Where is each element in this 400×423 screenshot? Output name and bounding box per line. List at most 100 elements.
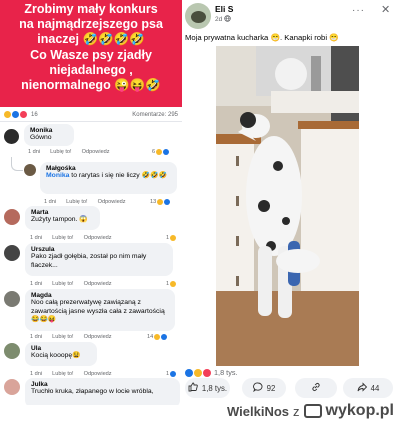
- haha-icon: [156, 149, 163, 155]
- mention-link[interactable]: Monika: [46, 172, 69, 179]
- comment-author[interactable]: Magda: [31, 292, 169, 299]
- comment-reactions[interactable]: 6: [152, 149, 170, 155]
- haha-icon: [170, 281, 177, 287]
- banner-line: Zrobimy mały konkurs: [24, 2, 158, 16]
- comment-text: Zużyty tampon. 😱: [31, 216, 88, 223]
- like-link[interactable]: Lubię to!: [52, 371, 73, 377]
- comment-author[interactable]: Ula: [31, 345, 91, 352]
- reaction-count: 1: [166, 371, 170, 377]
- like-icon: [161, 334, 168, 340]
- comment-icon: [252, 382, 263, 394]
- comment-reactions[interactable]: 1: [166, 281, 177, 287]
- comment-reactions[interactable]: 14: [147, 334, 168, 340]
- reaction-count: 1: [166, 281, 170, 287]
- haha-icon: [154, 334, 161, 340]
- comment-reactions[interactable]: 1: [166, 235, 177, 241]
- like-link[interactable]: Lubię to!: [66, 199, 87, 205]
- poster-avatar[interactable]: [185, 3, 211, 29]
- reply-link[interactable]: Odpowiedz: [84, 281, 112, 287]
- like-icon: [164, 199, 171, 205]
- screenshot-root: Zrobimy mały konkurs na najmądrzejszego …: [0, 0, 400, 423]
- banner-line: niejadalnego ,: [49, 62, 133, 77]
- like-icon: [170, 371, 177, 377]
- reply-link[interactable]: Odpowiedz: [84, 371, 112, 377]
- comment-actions: 1 dni Lubię to! Odpowiedz: [44, 199, 126, 205]
- avatar[interactable]: [4, 245, 20, 261]
- post-photo[interactable]: [216, 46, 359, 366]
- avatar[interactable]: [4, 209, 20, 225]
- comment-count[interactable]: Komentarze: 295: [132, 112, 178, 118]
- reply-link[interactable]: Odpowiedz: [82, 149, 110, 155]
- reply-link[interactable]: Odpowiedz: [98, 199, 126, 205]
- comment-author[interactable]: Marta: [31, 209, 94, 216]
- comment-text: Noo całą prezerwatywę zawiązaną z zawart…: [31, 299, 165, 324]
- avatar[interactable]: [4, 291, 20, 307]
- comment-actions: 1 dni Lubię to! Odpowiedz: [28, 149, 110, 155]
- more-options-button[interactable]: ···: [352, 5, 365, 16]
- comment-age: 1 dni: [28, 149, 41, 155]
- reaction-icons[interactable]: 16: [4, 111, 38, 118]
- poster-name[interactable]: Eli S: [215, 4, 233, 14]
- comment-text: Gówno: [30, 134, 52, 141]
- like-link[interactable]: Lubię to!: [52, 281, 73, 287]
- post-reaction-summary[interactable]: 1,8 tys.: [185, 368, 238, 377]
- share-count: 44: [370, 383, 380, 393]
- avatar[interactable]: [4, 343, 20, 359]
- comment-text: Monika to rarytas i się nie liczy 🤣🤣🤣: [46, 172, 171, 181]
- comment-bubble: Marta Zużyty tampon. 😱: [25, 206, 100, 230]
- comment-text: Truchło kruka, złapanego w locie wróbla,: [31, 388, 154, 395]
- like-icon: [185, 368, 193, 377]
- comment-actions: 1 dni Lubię to! Odpowiedz: [30, 334, 112, 340]
- avatar[interactable]: [24, 164, 36, 176]
- reaction-count: 6: [152, 149, 156, 155]
- dog-kitchen-image: [216, 46, 359, 366]
- love-icon: [20, 111, 27, 118]
- reaction-count: 1: [166, 235, 170, 241]
- comment-reactions[interactable]: 1: [166, 371, 177, 377]
- comment-bubble: Urszula Pako zjadł gołębia, został po ni…: [25, 243, 173, 276]
- close-button[interactable]: ✕: [381, 3, 390, 16]
- wykop-watermark: WielkiNos z wykop.pl: [227, 402, 394, 420]
- comment-actions: 1 dni Lubię to! Odpowiedz: [30, 281, 112, 287]
- avatar[interactable]: [4, 379, 20, 395]
- facebook-post-panel: Eli S 2d ··· ✕ Moja prywatna kucharka 😁.…: [182, 0, 400, 405]
- banner-line: Co Wasze psy zjadły: [30, 47, 152, 62]
- haha-icon: [170, 235, 177, 241]
- comment-author[interactable]: Monika: [30, 127, 68, 134]
- comment-author[interactable]: Julka: [31, 381, 174, 388]
- banner-line: na najmądrzejszego psa: [19, 17, 163, 32]
- post-age[interactable]: 2d: [215, 16, 222, 23]
- banner-line: inaczej 🤣🤣🤣🤣: [37, 32, 145, 47]
- share-button[interactable]: 44: [343, 378, 393, 398]
- like-icon: [12, 111, 19, 118]
- wykop-logo-icon: [303, 404, 322, 418]
- comment-reactions[interactable]: 13: [150, 199, 171, 205]
- like-link[interactable]: Lubię to!: [52, 235, 73, 241]
- comment-button[interactable]: 92: [242, 378, 286, 398]
- comment-age: 1 dni: [30, 334, 43, 340]
- comment-text-body: to rarytas i się nie liczy 🤣🤣🤣: [69, 172, 167, 179]
- love-icon: [203, 368, 211, 377]
- comment-author[interactable]: Urszula: [31, 246, 167, 253]
- comment-actions: 1 dni Lubię to! Odpowiedz: [30, 371, 112, 377]
- comment-age: 1 dni: [30, 235, 43, 241]
- like-link[interactable]: Lubię to!: [50, 149, 71, 155]
- comment-text: Pako zjadł gołębia, został po nim mały f…: [31, 253, 147, 269]
- comment-bubble: Magda Noo całą prezerwatywę zawiązaną z …: [25, 289, 175, 331]
- comment-bubble: Ula Kocią kooopę😫: [25, 342, 97, 366]
- comment-author[interactable]: Małgośka: [46, 165, 171, 172]
- contest-banner: Zrobimy mały konkurs na najmądrzejszego …: [0, 0, 182, 107]
- like-link[interactable]: Lubię to!: [52, 334, 73, 340]
- reply-link[interactable]: Odpowiedz: [84, 334, 112, 340]
- post-time: 2d: [215, 15, 231, 24]
- comment-age: 1 dni: [30, 281, 43, 287]
- avatar[interactable]: [4, 129, 19, 144]
- haha-icon: [157, 199, 164, 205]
- like-button[interactable]: 1,8 tys.: [185, 378, 230, 398]
- copy-link-button[interactable]: [295, 378, 337, 398]
- post-stats-bar: 16 Komentarze: 295: [0, 108, 182, 122]
- reply-connector: [11, 157, 23, 171]
- reaction-count: 14: [147, 334, 154, 340]
- reaction-count: 16: [31, 111, 38, 118]
- reply-link[interactable]: Odpowiedz: [84, 235, 112, 241]
